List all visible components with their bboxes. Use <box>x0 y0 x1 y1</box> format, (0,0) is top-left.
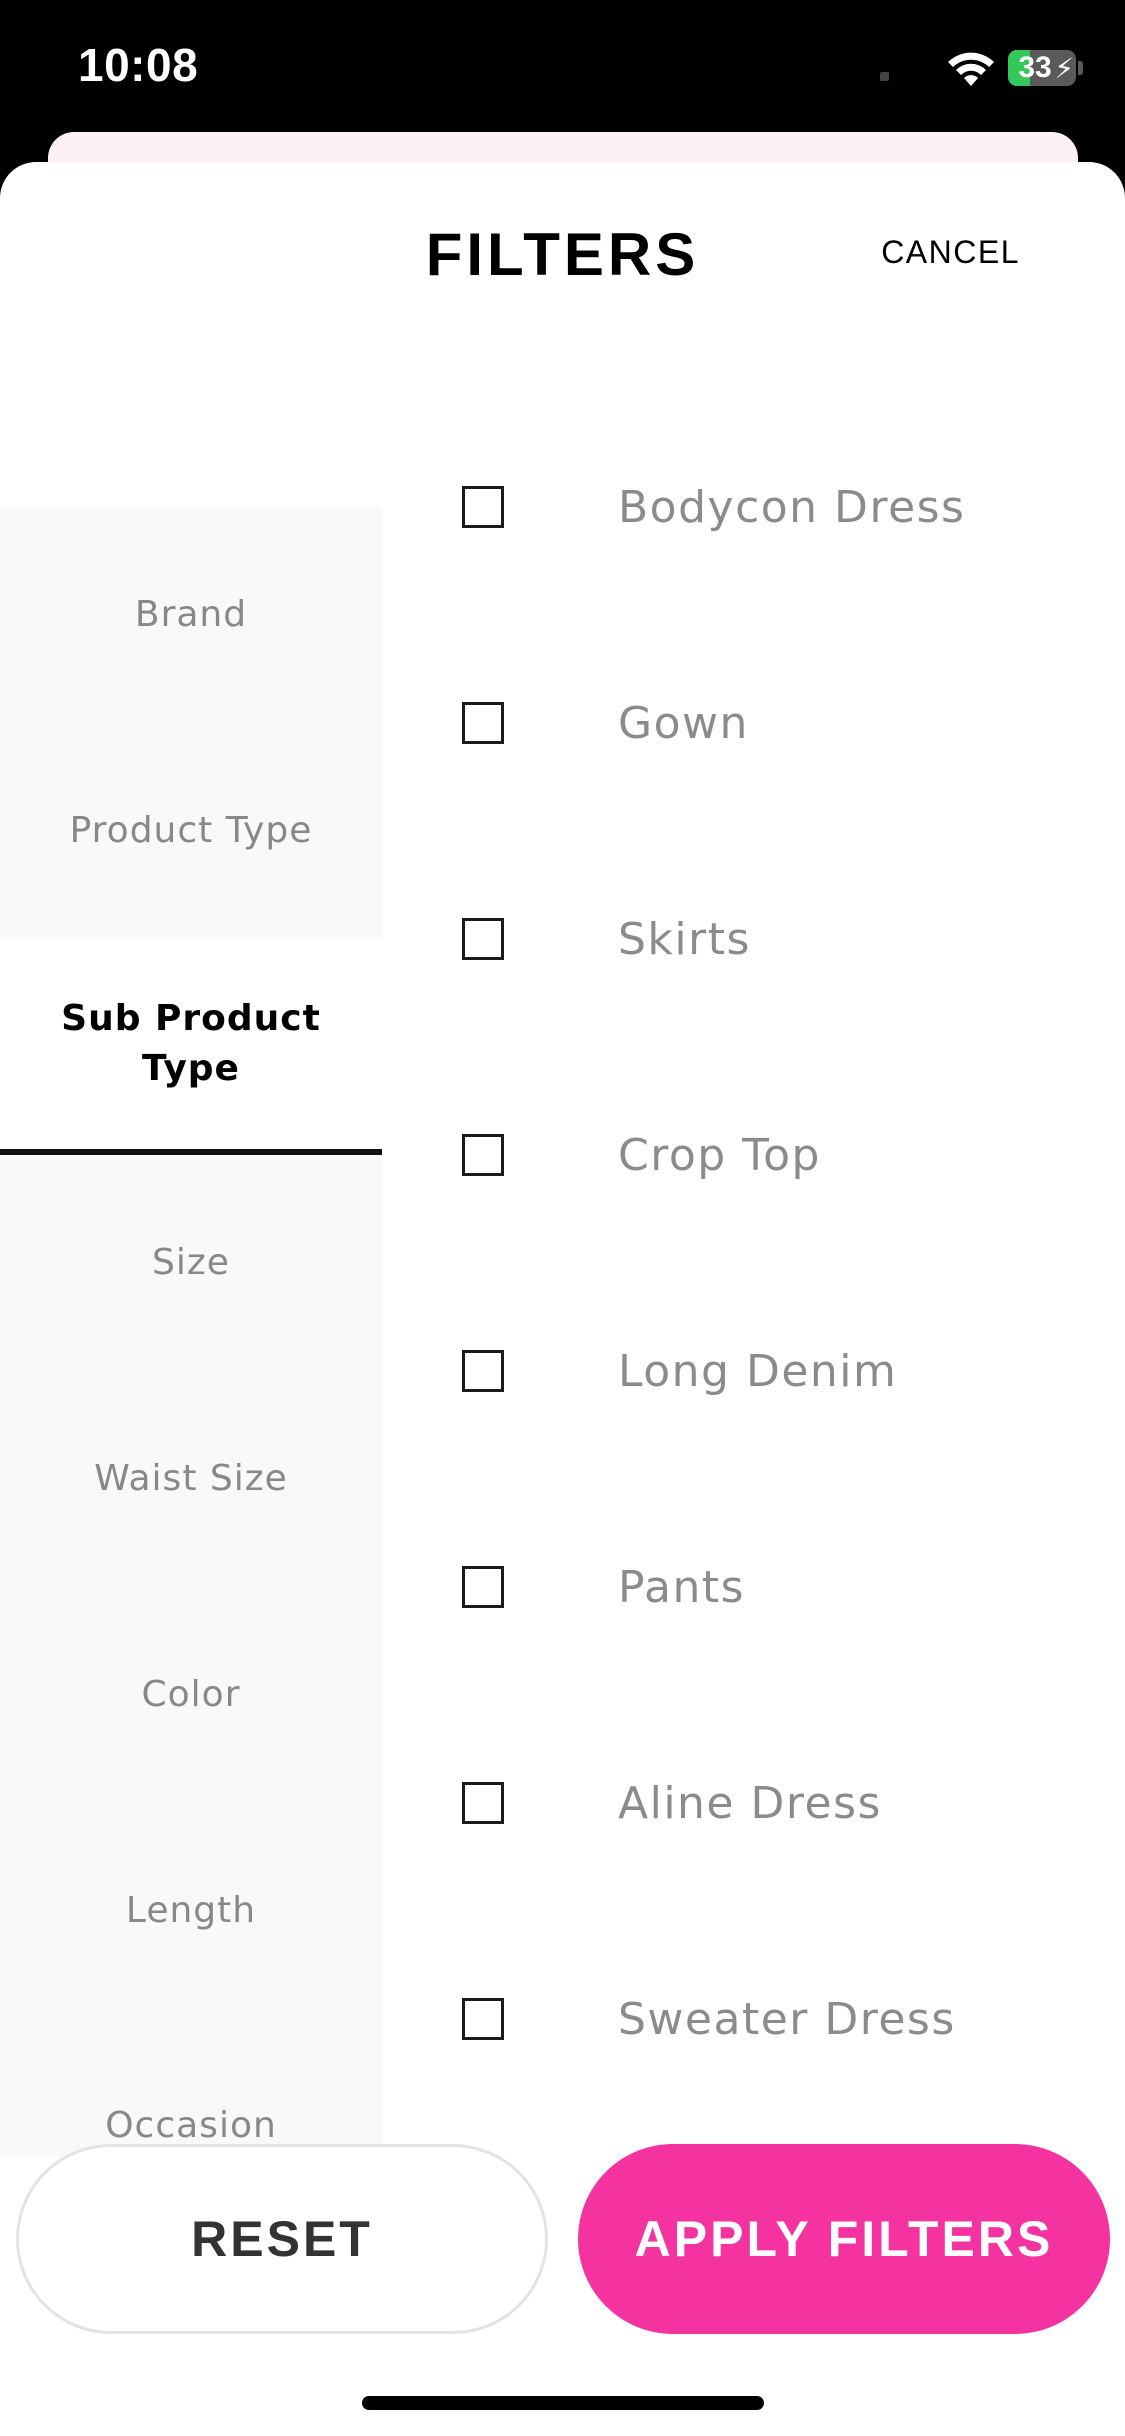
sidebar-item-length[interactable]: Length <box>0 1803 382 2019</box>
sidebar-item-label: Sub Product Type <box>61 997 321 1089</box>
filter-category-sidebar: Brand Product Type Sub Product Type Size… <box>0 507 382 2157</box>
option-item[interactable]: Sweater Dress <box>462 1979 1082 2059</box>
apply-filters-button[interactable]: APPLY FILTERS <box>578 2144 1110 2334</box>
checkbox[interactable] <box>462 1782 504 1824</box>
status-dot <box>880 72 889 81</box>
sidebar-item-label: Brand <box>134 593 248 635</box>
sidebar-item-waist-size[interactable]: Waist Size <box>0 1371 382 1587</box>
option-item[interactable]: Long Denim <box>462 1331 1082 1411</box>
sidebar-item-size[interactable]: Size <box>0 1155 382 1371</box>
checkbox[interactable] <box>462 1566 504 1608</box>
sidebar-item-brand[interactable]: Brand <box>0 507 382 723</box>
checkbox[interactable] <box>462 1134 504 1176</box>
battery-indicator: 33 ⚡ <box>1008 50 1076 86</box>
status-bar: 10:08 33 ⚡ <box>0 0 1125 140</box>
option-item[interactable]: Pants <box>462 1547 1082 1627</box>
option-item[interactable]: Gown <box>462 683 1082 763</box>
checkbox[interactable] <box>462 486 504 528</box>
sidebar-item-occasion[interactable]: Occasion <box>0 2019 382 2157</box>
option-label: Crop Top <box>618 1129 821 1181</box>
sidebar-item-label: Product Type <box>69 809 313 851</box>
option-item[interactable]: Bodycon Dress <box>462 467 1082 547</box>
reset-button[interactable]: RESET <box>16 2144 548 2334</box>
option-label: Skirts <box>618 913 751 965</box>
option-label: Gown <box>618 697 749 749</box>
bolt-icon: ⚡ <box>1054 52 1074 85</box>
sidebar-item-color[interactable]: Color <box>0 1587 382 1803</box>
option-item[interactable]: Crop Top <box>462 1115 1082 1195</box>
sidebar-item-label: Color <box>141 1673 241 1715</box>
option-label: Long Denim <box>618 1345 898 1397</box>
cancel-button[interactable]: CANCEL <box>881 234 1020 271</box>
option-item[interactable]: Skirts <box>462 899 1082 979</box>
home-indicator[interactable] <box>362 2396 764 2410</box>
option-label: Pants <box>618 1561 746 1613</box>
checkbox[interactable] <box>462 1998 504 2040</box>
filters-sheet: FILTERS CANCEL Brand Product Type Sub Pr… <box>0 162 1125 2436</box>
checkbox[interactable] <box>462 1350 504 1392</box>
option-label: Bodycon Dress <box>618 481 966 533</box>
option-item[interactable]: Aline Dress <box>462 1763 1082 1843</box>
option-label: Sweater Dress <box>618 1993 956 2045</box>
sidebar-item-sub-product-type[interactable]: Sub Product Type <box>0 939 382 1155</box>
sidebar-item-product-type[interactable]: Product Type <box>0 723 382 939</box>
wifi-icon <box>948 52 994 86</box>
checkbox[interactable] <box>462 702 504 744</box>
checkbox[interactable] <box>462 918 504 960</box>
battery-cap <box>1078 61 1083 75</box>
sidebar-item-label: Size <box>152 1241 230 1283</box>
status-time: 10:08 <box>78 39 199 91</box>
sidebar-item-label: Waist Size <box>94 1457 288 1499</box>
option-label: Aline Dress <box>618 1777 882 1829</box>
sidebar-item-label: Length <box>125 1889 257 1931</box>
